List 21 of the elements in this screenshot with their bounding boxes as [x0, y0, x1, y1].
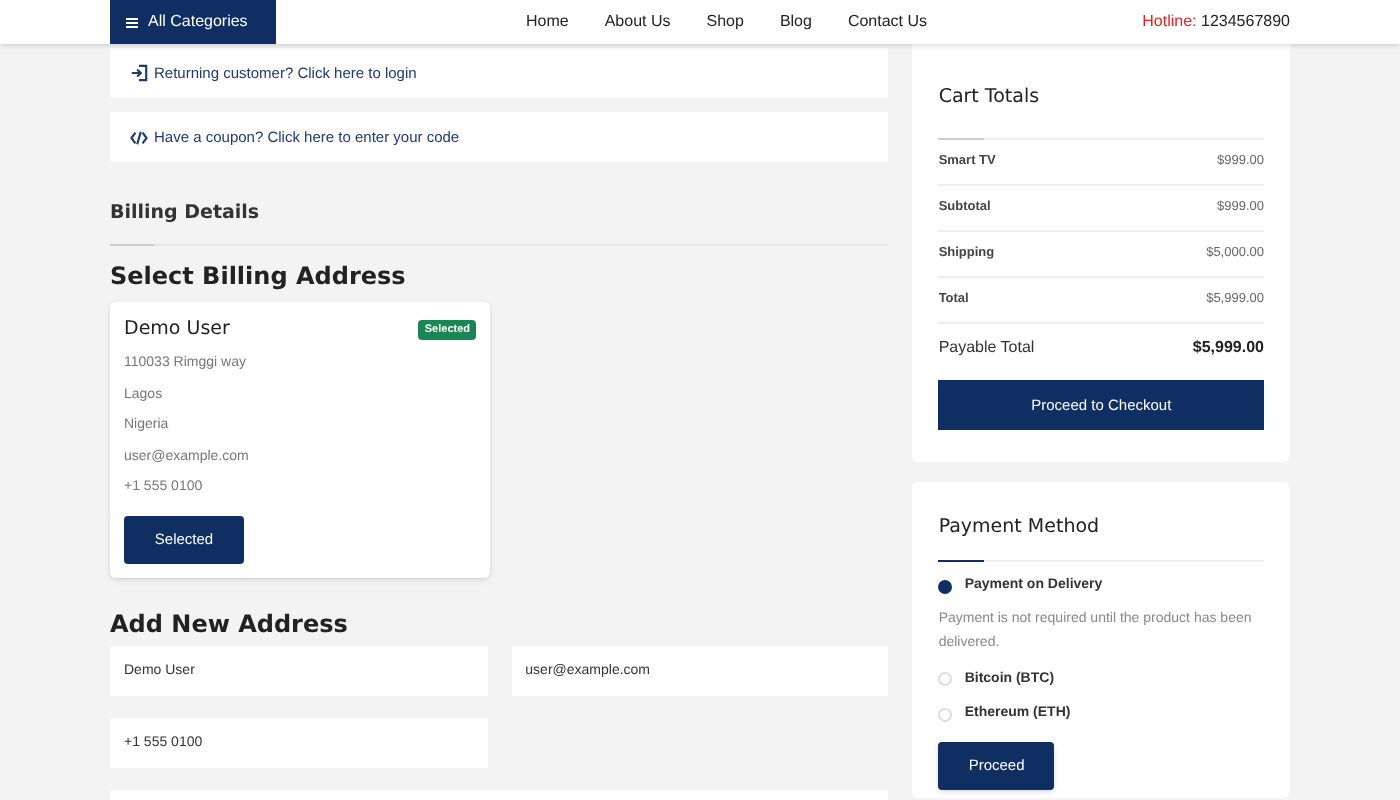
- section-heading: Select Billing Address: [110, 260, 408, 294]
- code-icon: [130, 129, 148, 145]
- card-title: Payment Method: [938, 516, 1100, 538]
- card-title: Cart Totals: [938, 86, 1040, 108]
- nav-link[interactable]: About Us: [604, 10, 671, 34]
- nav-link[interactable]: Contact Us: [847, 10, 928, 34]
- nav-link[interactable]: Blog: [779, 10, 812, 34]
- address-name: Demo User: [124, 316, 230, 344]
- hotline: Hotline: 1234567890: [1142, 10, 1290, 34]
- section-heading: Add New Address: [110, 607, 350, 642]
- section-title: Billing Details: [110, 202, 260, 224]
- nav-link[interactable]: Home: [526, 10, 569, 34]
- nav-link[interactable]: Shop: [706, 10, 744, 34]
- radio-button[interactable]: [938, 672, 953, 687]
- radio-button[interactable]: [938, 579, 953, 594]
- total-label: Payable Total: [938, 335, 1035, 359]
- categories-button[interactable]: All Categories: [110, 0, 276, 44]
- radio-button[interactable]: [938, 707, 953, 722]
- total-value: $5,999.00: [1192, 335, 1264, 359]
- login-icon: [130, 64, 148, 82]
- menu-icon: [126, 17, 138, 27]
